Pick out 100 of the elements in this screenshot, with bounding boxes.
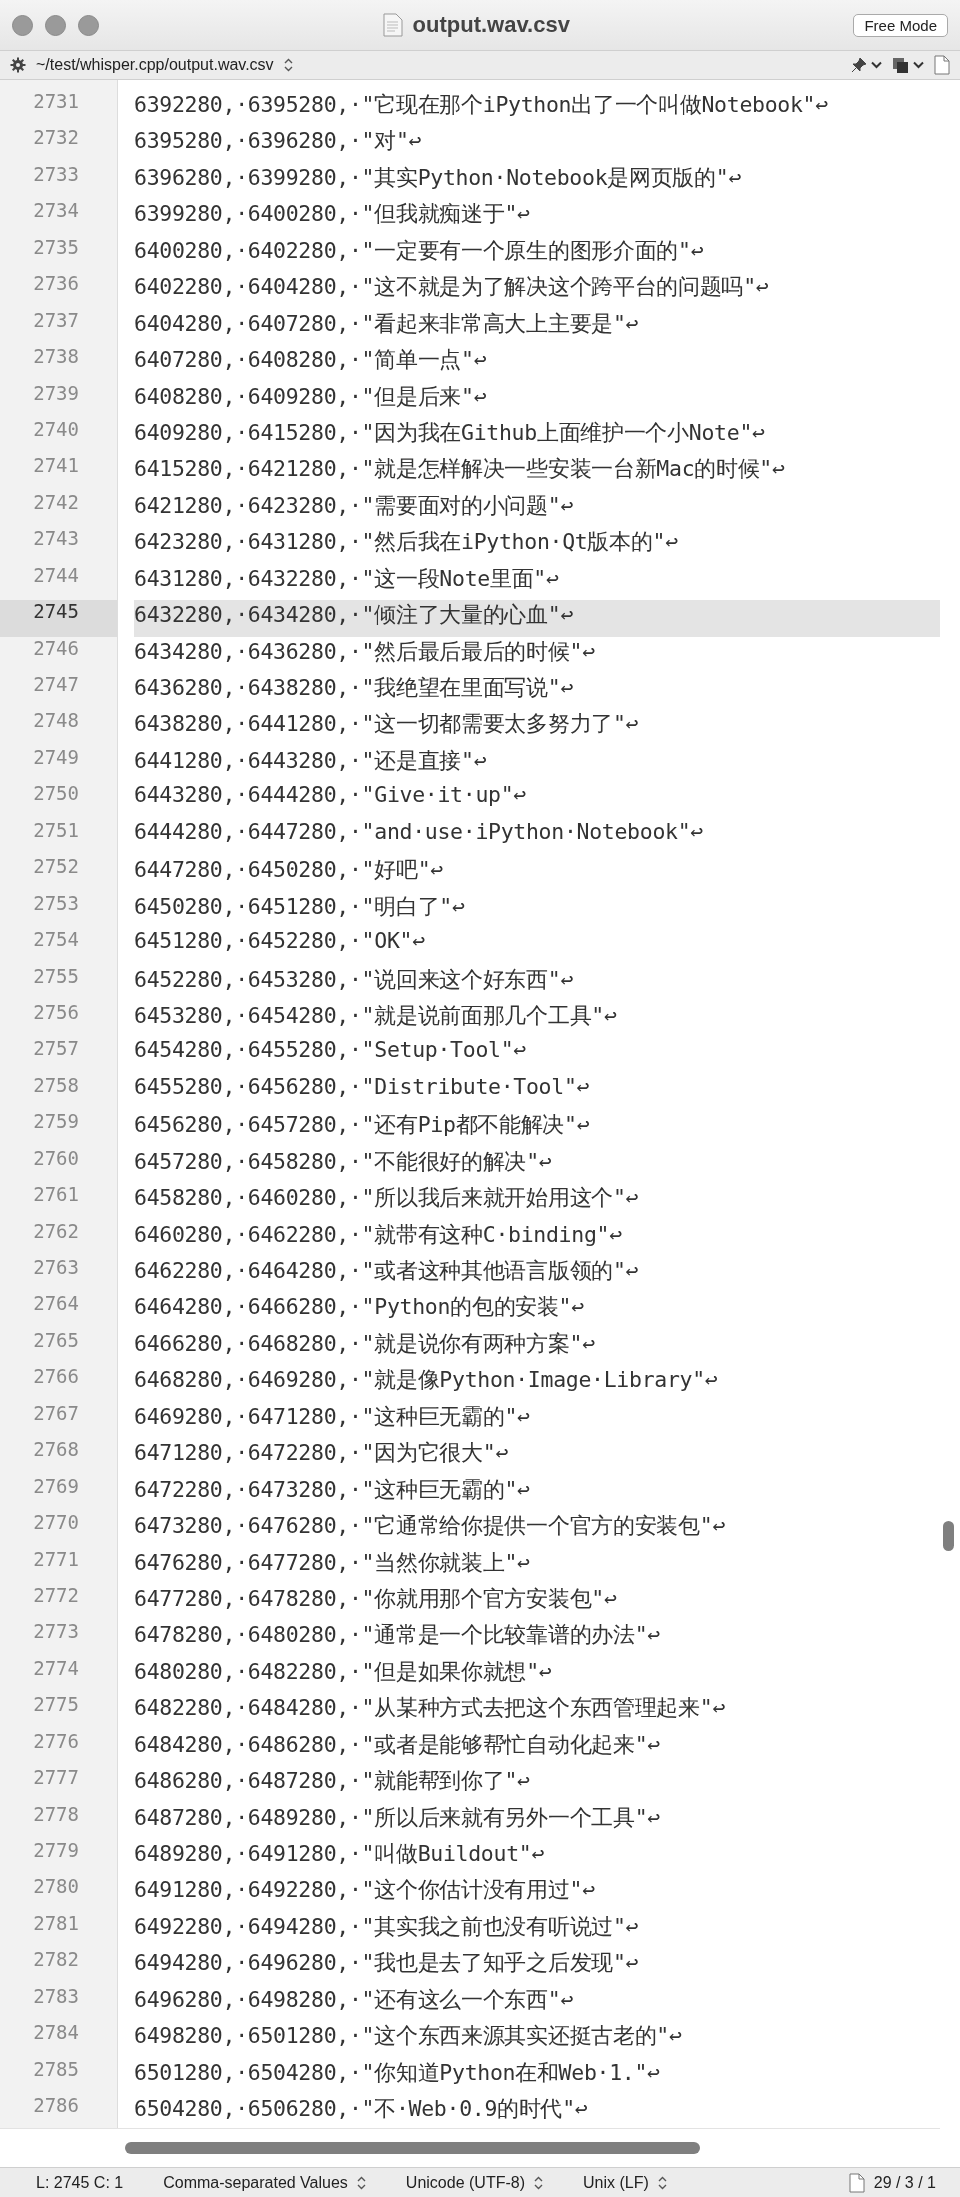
syntax-selector[interactable]: Comma-separated Values xyxy=(163,2173,348,2192)
line-number: 2785 xyxy=(32,2057,80,2082)
cursor-position: L: 2745 C: 1 xyxy=(36,2173,124,2192)
line-number: 2764 xyxy=(32,1292,80,1317)
line-number: 2762 xyxy=(32,1219,80,1244)
line-number: 2769 xyxy=(32,1474,80,1499)
line-number: 2783 xyxy=(32,1984,80,2009)
code-line: 6473280,·6476280,·"它通常给你提供一个官方的安装包"↩ xyxy=(134,1512,727,1541)
pin-icon[interactable] xyxy=(851,57,867,73)
code-line: 6438280,·6441280,·"这一切都需要太多努力了"↩ xyxy=(134,710,640,739)
line-number: 2766 xyxy=(32,1365,80,1390)
encoding-selector[interactable]: Unicode (UTF-8) xyxy=(405,2173,525,2192)
code-line: 6477280,·6478280,·"你就用那个官方安装包"↩ xyxy=(134,1584,618,1613)
code-line: 6431280,·6432280,·"这一段Note里面"↩ xyxy=(134,564,560,593)
line-number: 2760 xyxy=(32,1146,80,1171)
updown-icon[interactable] xyxy=(356,2175,366,2190)
zoom-window-button[interactable] xyxy=(78,14,99,36)
code-line: 6489280,·6491280,·"叫做Buildout"↩ xyxy=(134,1840,546,1868)
line-number: 2737 xyxy=(32,308,80,333)
code-line: 6454280,·6455280,·"Setup·Tool"↩ xyxy=(134,1037,527,1065)
line-number: 2786 xyxy=(32,2094,80,2119)
line-number: 2732 xyxy=(32,126,80,151)
vertical-scrollbar[interactable] xyxy=(943,1521,954,1551)
line-number: 2752 xyxy=(32,855,80,880)
line-number: 2761 xyxy=(32,1183,80,1208)
line-number: 2745 xyxy=(0,600,117,637)
line-number: 2763 xyxy=(32,1256,80,1280)
code-line: 6458280,·6460280,·"所以我后来就开始用这个"↩ xyxy=(134,1184,640,1213)
line-number: 2765 xyxy=(32,1328,80,1353)
line-number: 2733 xyxy=(32,162,80,187)
code-line: 6494280,·6496280,·"我也是去了知乎之后发现"↩ xyxy=(134,1949,640,1978)
code-line: 6434280,·6436280,·"然后最后最后的时候"↩ xyxy=(134,637,596,666)
horizontal-scrollbar[interactable] xyxy=(125,2142,700,2154)
code-line: 6456280,·6457280,·"还有Pip都不能解决"↩ xyxy=(134,1111,591,1140)
document-counts: 29 / 3 / 1 xyxy=(873,2173,936,2192)
minimize-window-button[interactable] xyxy=(45,14,66,36)
line-number: 2751 xyxy=(32,818,80,843)
code-line: 6498280,·6501280,·"这个东西来源其实还挺古老的"↩ xyxy=(134,2022,683,2051)
code-line: 6464280,·6466280,·"Python的包的安装"↩ xyxy=(134,1293,585,1322)
code-line: 6447280,·6450280,·"好吧"↩ xyxy=(134,856,444,885)
code-line: 6504280,·6506280,·"不·Web·0.9的时代"↩ xyxy=(134,2095,589,2124)
code-line: 6436280,·6438280,·"我绝望在里面写说"↩ xyxy=(134,674,575,702)
code-line: 6484280,·6486280,·"或者是能够帮忙自动化起来"↩ xyxy=(134,1730,661,1759)
line-number: 2748 xyxy=(32,709,80,734)
line-number: 2781 xyxy=(32,1911,80,1936)
code-line: 6472280,·6473280,·"这种巨无霸的"↩ xyxy=(134,1475,531,1504)
updown-icon[interactable] xyxy=(657,2175,667,2190)
line-number: 2773 xyxy=(32,1620,80,1645)
line-number: 2753 xyxy=(32,891,80,916)
line-number: 2778 xyxy=(32,1802,80,1827)
line-number: 2749 xyxy=(32,745,80,770)
line-number: 2758 xyxy=(32,1073,80,1098)
line-number: 2755 xyxy=(32,964,80,989)
line-number: 2742 xyxy=(32,490,80,515)
line-number: 2739 xyxy=(32,381,80,406)
code-line: 6466280,·6468280,·"就是说你有两种方案"↩ xyxy=(134,1329,596,1358)
chevron-icon[interactable] xyxy=(913,61,924,69)
line-number: 2774 xyxy=(32,1656,80,1681)
line-number: 2759 xyxy=(32,1110,80,1135)
chevron-icon[interactable] xyxy=(871,61,882,69)
line-number: 2747 xyxy=(32,673,80,697)
window-title: output.wav.csv xyxy=(412,12,570,38)
updown-icon[interactable] xyxy=(534,2175,543,2190)
code-line: 6469280,·6471280,·"这种巨无霸的"↩ xyxy=(134,1402,531,1431)
document-icon xyxy=(848,2172,865,2193)
code-line: 6400280,·6402280,·"一定要有一个原生的图形介面的"↩ xyxy=(134,236,705,265)
code-line: 6482280,·6484280,·"从某种方式去把这个东西管理起来"↩ xyxy=(134,1694,727,1723)
line-number: 2754 xyxy=(32,928,80,953)
code-line: 6491280,·6492280,·"这个你估计没有用过"↩ xyxy=(134,1876,596,1905)
code-line: 6486280,·6487280,·"就能帮到你了"↩ xyxy=(134,1767,531,1796)
code-line: 6480280,·6482280,·"但是如果你就想"↩ xyxy=(134,1657,553,1686)
line-number: 2767 xyxy=(32,1401,80,1426)
code-line: 6396280,·6399280,·"其实Python·Notebook是网页版的"↩ xyxy=(134,163,743,192)
layers-icon[interactable] xyxy=(892,56,909,74)
code-line: 6408280,·6409280,·"但是后来"↩ xyxy=(134,382,488,411)
code-line: 6443280,·6444280,·"Give·it·up"↩ xyxy=(134,782,527,810)
line-number: 2750 xyxy=(32,782,80,807)
file-path[interactable]: ~/test/whisper.cpp/output.wav.csv xyxy=(36,56,274,74)
close-window-button[interactable] xyxy=(12,14,33,36)
line-number: 2768 xyxy=(32,1438,80,1463)
code-line: 6444280,·6447280,·"and·use·iPython·Notebook"↩ xyxy=(134,818,704,846)
code-line: 6441280,·6443280,·"还是直接"↩ xyxy=(134,746,488,775)
code-line: 6457280,·6458280,·"不能很好的解决"↩ xyxy=(134,1147,553,1176)
mode-button[interactable]: Free Mode xyxy=(853,13,948,37)
code-line: 6395280,·6396280,·"对"↩ xyxy=(134,127,423,156)
code-line: 6404280,·6407280,·"看起来非常高大上主要是"↩ xyxy=(134,309,640,338)
code-line: 6402280,·6404280,·"这不就是为了解决这个跨平台的问题吗"↩ xyxy=(134,273,770,302)
code-line: 6496280,·6498280,·"还有这么一个东西"↩ xyxy=(134,1985,575,2014)
line-number: 2741 xyxy=(32,454,80,479)
code-line: 6451280,·6452280,·"OK"↩ xyxy=(134,928,426,956)
code-line: 6492280,·6494280,·"其实我之前也没有听说过"↩ xyxy=(134,1912,640,1941)
code-line: 6399280,·6400280,·"但我就痴迷于"↩ xyxy=(134,200,531,229)
line-number: 2743 xyxy=(32,527,80,552)
settings-icon[interactable] xyxy=(10,57,26,73)
updown-icon[interactable] xyxy=(283,58,293,72)
line-endings-selector[interactable]: Unix (LF) xyxy=(583,2173,649,2192)
code-line: 6452280,·6453280,·"说回来这个好东西"↩ xyxy=(134,965,575,994)
document-icon[interactable] xyxy=(934,55,950,75)
code-line: 6462280,·6464280,·"或者这种其他语言版领的"↩ xyxy=(134,1257,640,1285)
line-number: 2731 xyxy=(32,90,80,114)
